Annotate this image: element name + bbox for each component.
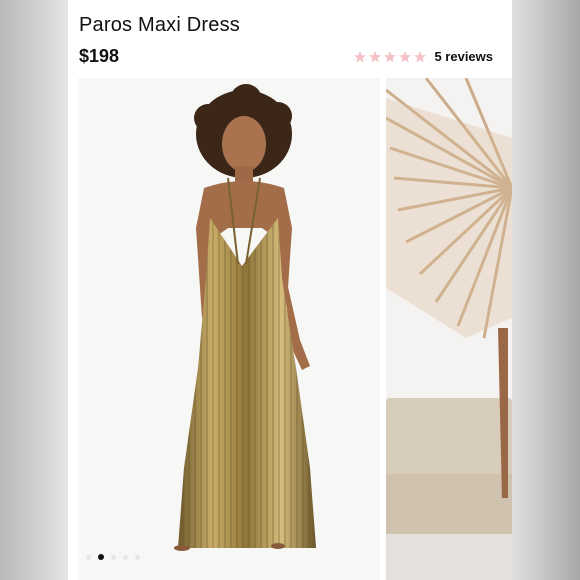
product-image-next[interactable] [386, 78, 512, 580]
palm-leaf-lifestyle-image [386, 78, 512, 580]
backdrop-left [0, 0, 68, 580]
gallery-dot-active[interactable] [98, 554, 104, 560]
reviews-link[interactable]: 5 reviews [434, 49, 493, 64]
product-rating[interactable]: 5 reviews [353, 49, 493, 64]
gallery-dot[interactable] [123, 554, 128, 560]
star-icon [369, 50, 382, 62]
star-icon [414, 50, 427, 62]
gallery-pagination [86, 554, 140, 560]
product-title: Paros Maxi Dress [79, 14, 241, 36]
product-image-main[interactable] [78, 78, 380, 580]
star-icon [354, 50, 367, 62]
product-card: Paros Maxi Dress $198 5 reviews [68, 0, 512, 580]
model-in-gold-dress-image [78, 78, 380, 580]
rating-stars [353, 50, 427, 64]
gallery-dot[interactable] [86, 554, 91, 560]
backdrop-right [512, 0, 580, 580]
product-price: $198 [79, 46, 120, 66]
star-icon [384, 50, 397, 62]
star-icon [399, 50, 412, 62]
image-gallery[interactable] [78, 78, 512, 580]
gallery-dot[interactable] [111, 554, 116, 560]
gallery-dot[interactable] [135, 554, 140, 560]
